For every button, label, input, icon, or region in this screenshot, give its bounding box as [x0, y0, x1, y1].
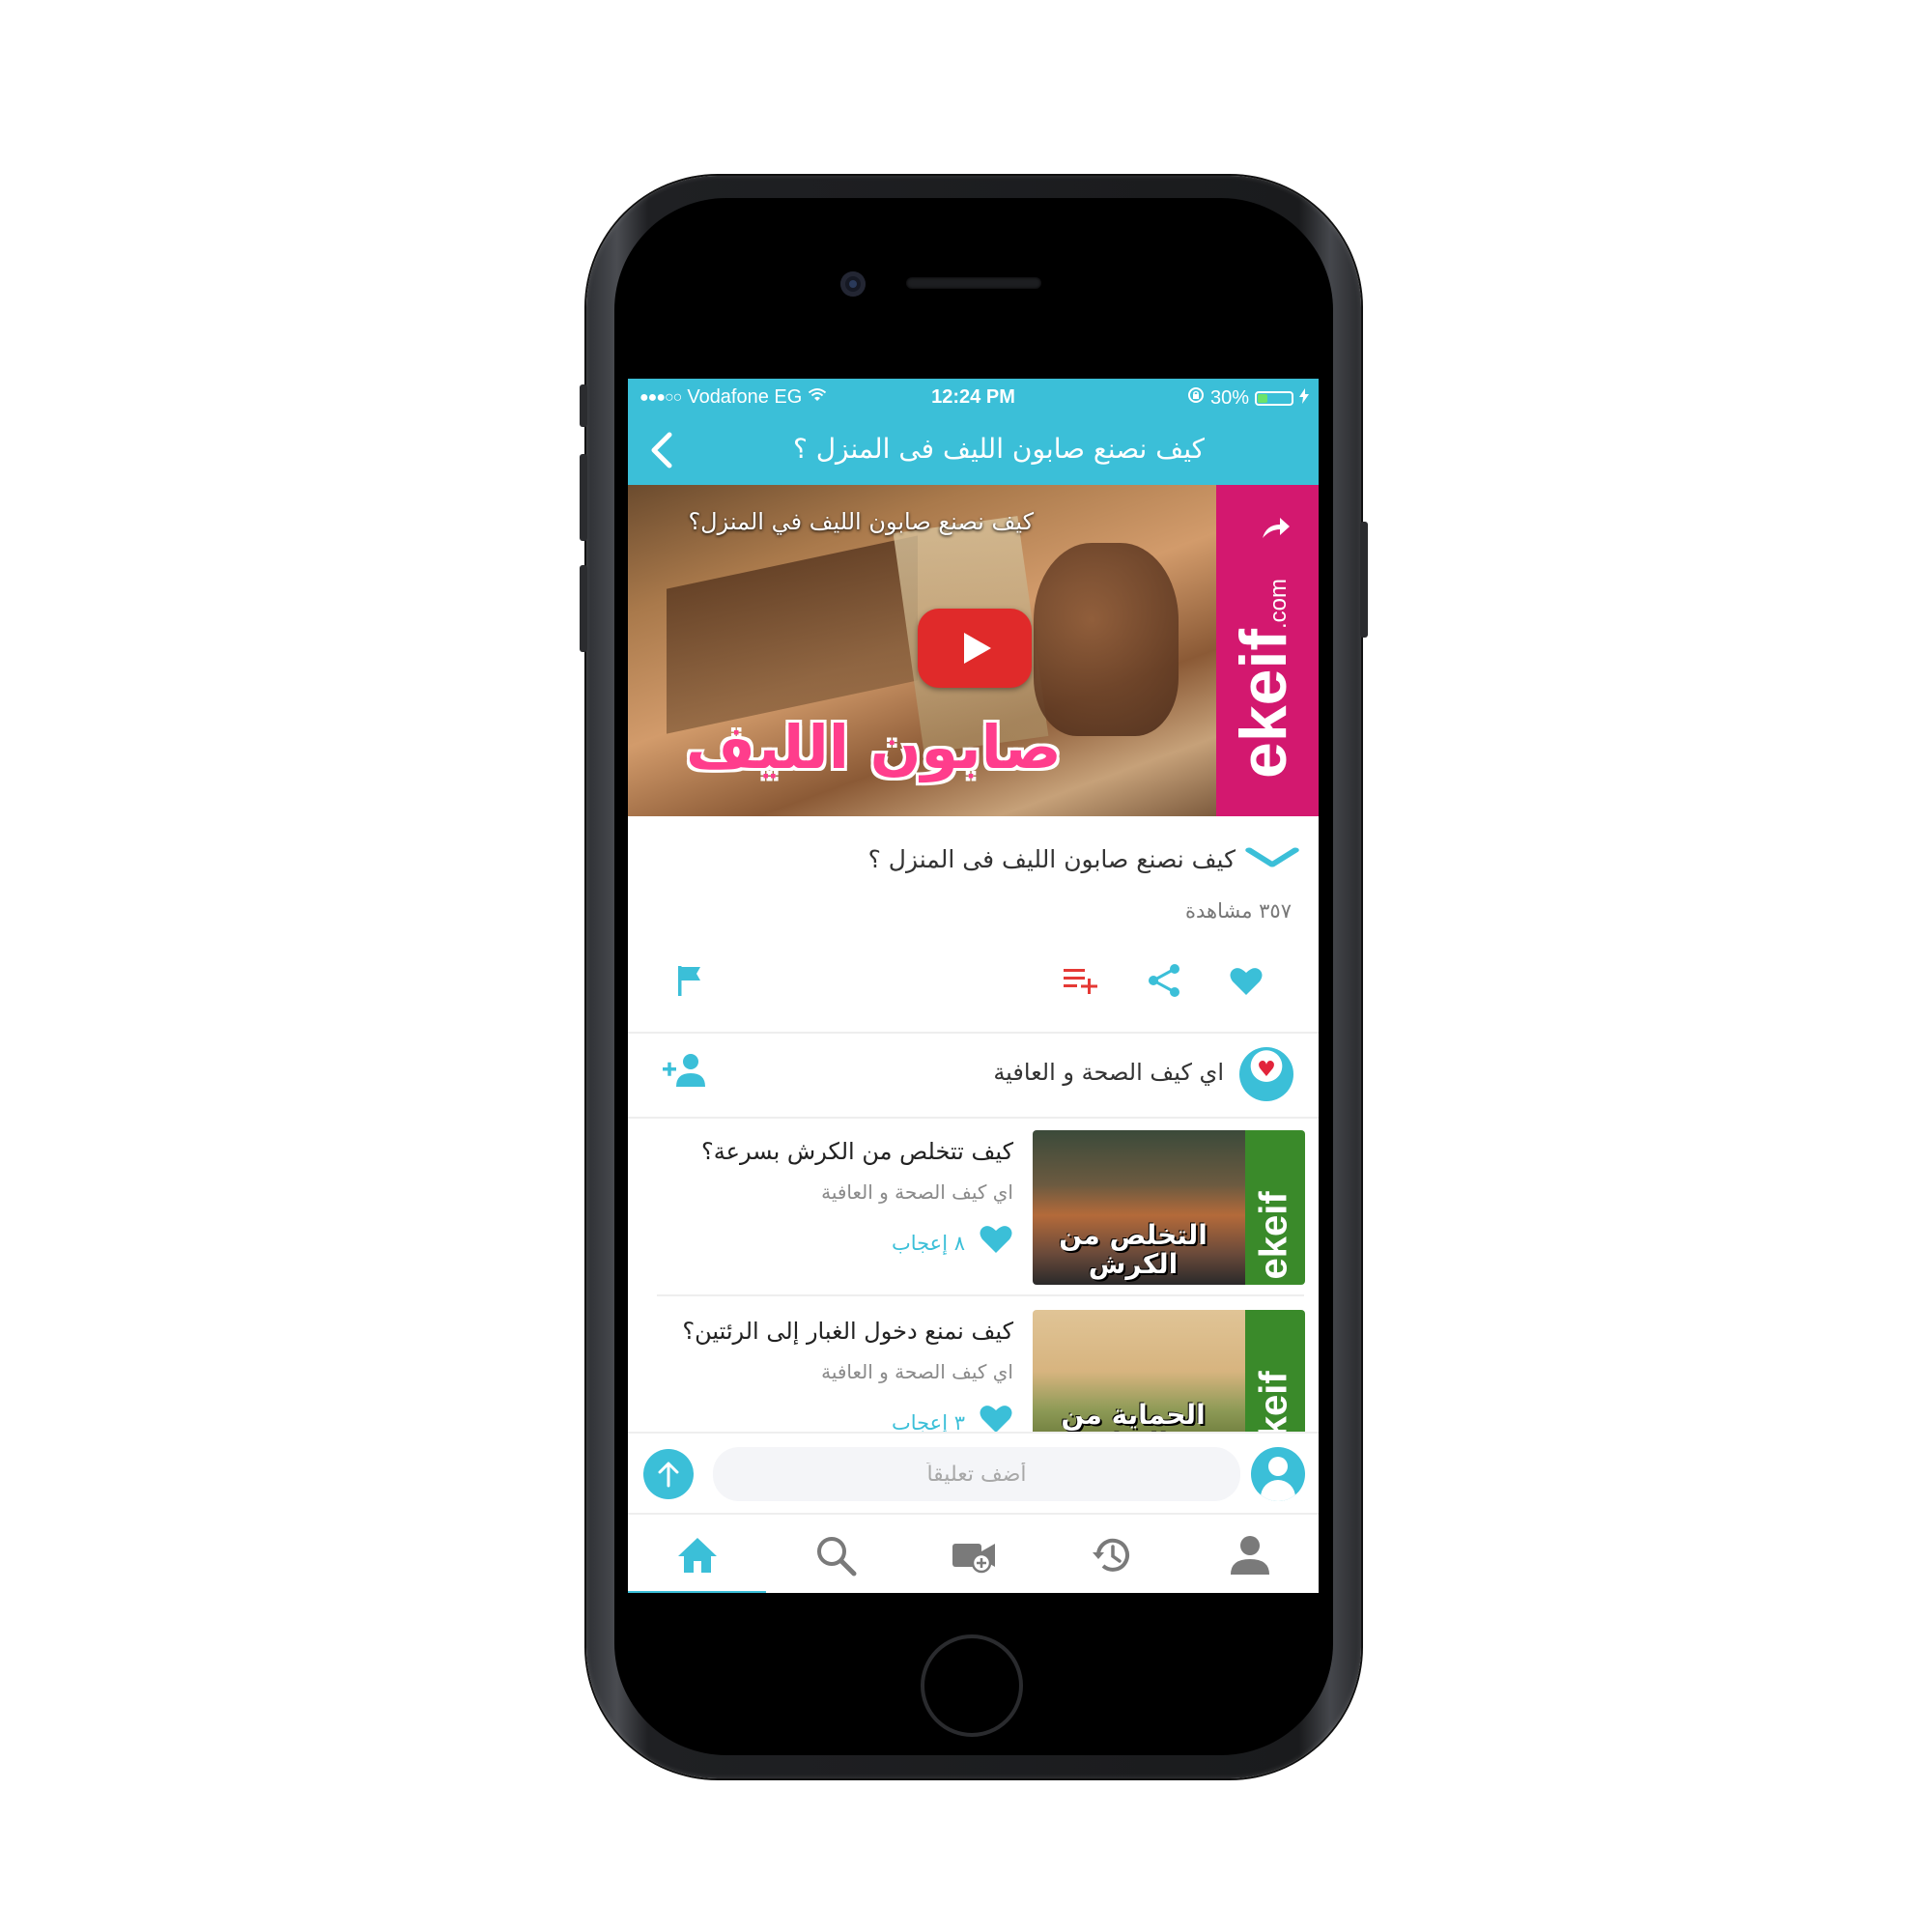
- tab-upload[interactable]: [904, 1515, 1042, 1593]
- brand-logo: ekeif: [1252, 1145, 1296, 1280]
- tab-history[interactable]: [1042, 1515, 1180, 1593]
- action-bar: [628, 949, 1319, 1018]
- video-add-icon: [952, 1543, 995, 1573]
- like-button[interactable]: [1222, 956, 1270, 1005]
- channel-avatar[interactable]: ♥: [1239, 1047, 1293, 1101]
- divider: [657, 1294, 1304, 1296]
- brand-name: ekeif: [1227, 629, 1300, 779]
- back-chevron-icon: [651, 432, 672, 469]
- avatar-body: [1261, 1480, 1295, 1501]
- battery-icon: [1255, 390, 1293, 406]
- brand-logo: ekeif.com: [1226, 537, 1301, 779]
- search-icon: [816, 1536, 856, 1576]
- earpiece-speaker: [906, 277, 1041, 289]
- brand-suffix: .com: [1265, 578, 1292, 629]
- back-button[interactable]: [641, 429, 680, 471]
- app-screen: ●●●○○ Vodafone EG 12:24 PM 30% كيف نصنع …: [628, 379, 1319, 1593]
- share-icon: [1149, 964, 1179, 997]
- profile-icon: [1230, 1535, 1269, 1575]
- view-count: ٣٥٧ مشاهدة: [1185, 899, 1292, 923]
- home-button[interactable]: [921, 1634, 1023, 1737]
- rotation-lock-icon: [1187, 386, 1205, 410]
- report-button[interactable]: [667, 956, 715, 1005]
- play-button[interactable]: [918, 609, 1032, 688]
- add-user-icon: [663, 1054, 705, 1087]
- like-count: ٨ إعجاب: [891, 1231, 965, 1255]
- brand-strip: ekeif.com: [1216, 485, 1319, 816]
- video-thumbnail-texture: [667, 535, 918, 734]
- flag-icon: [678, 966, 700, 996]
- channel-row[interactable]: ♥ اي كيف الصحة و العافية: [628, 1036, 1319, 1118]
- thumbnail-caption: التخلص من الكرش: [1059, 1219, 1208, 1280]
- tab-bar: [628, 1513, 1319, 1593]
- tab-home[interactable]: [628, 1515, 766, 1593]
- send-comment-button[interactable]: [643, 1449, 694, 1499]
- mute-switch: [580, 384, 587, 427]
- video-thumbnail-texture: [1034, 543, 1179, 736]
- channel-name[interactable]: اي كيف الصحة و العافية: [993, 1059, 1224, 1086]
- brand-name: ekeif: [1252, 1191, 1295, 1280]
- related-video-title: كيف تتخلص من الكرش بسرعة؟: [701, 1138, 1013, 1165]
- avatar-head: [1268, 1457, 1288, 1476]
- divider: [628, 1032, 1319, 1034]
- tab-profile[interactable]: [1180, 1515, 1319, 1593]
- playlist-add-icon: [1064, 969, 1097, 994]
- page-title: كيف نصنع صابون الليف فى المنزل ؟: [792, 433, 1205, 465]
- battery-percent: 30%: [1209, 386, 1249, 409]
- charging-icon: [1299, 387, 1309, 410]
- like-count: ٣ إعجاب: [891, 1410, 965, 1435]
- tab-search[interactable]: [766, 1515, 904, 1593]
- related-video-card[interactable]: ekeif التخلص من الكرش كيف تتخلص من الكرش…: [628, 1119, 1319, 1293]
- video-overlay-title: كيف نصنع صابون الليف في المنزل؟: [688, 508, 1034, 535]
- front-camera: [840, 271, 866, 297]
- related-video-likes: ٨ إعجاب: [892, 1223, 1013, 1263]
- video-title-row[interactable]: كيف نصنع صابون الليف فى المنزل ؟: [867, 839, 1299, 878]
- related-video-channel: اي كيف الصحة و العافية: [821, 1360, 1013, 1383]
- video-title: كيف نصنع صابون الليف فى المنزل ؟: [867, 844, 1236, 873]
- volume-down-button: [580, 565, 587, 652]
- related-video-thumbnail[interactable]: ekeif التخلص من الكرش: [1033, 1130, 1305, 1285]
- share-button[interactable]: [1140, 956, 1188, 1005]
- video-player[interactable]: كيف نصنع صابون الليف في المنزل؟ صابون ال…: [628, 485, 1319, 816]
- user-avatar[interactable]: [1251, 1447, 1305, 1501]
- send-icon: [658, 1462, 679, 1488]
- status-right: 30%: [1187, 386, 1309, 410]
- status-bar: ●●●○○ Vodafone EG 12:24 PM 30%: [628, 379, 1319, 415]
- heart-icon: [1230, 968, 1263, 995]
- add-to-playlist-button[interactable]: [1058, 956, 1106, 1005]
- video-thumbnail-caption: صابون الليف: [686, 712, 1062, 782]
- brand-strip: ekeif: [1245, 1130, 1305, 1285]
- heart-logo-icon: ♥: [1257, 1057, 1276, 1082]
- power-button: [1360, 522, 1368, 638]
- chevron-down-icon[interactable]: [1243, 839, 1301, 878]
- related-video-channel: اي كيف الصحة و العافية: [821, 1180, 1013, 1204]
- battery-level: [1258, 393, 1267, 403]
- comment-input[interactable]: [713, 1447, 1240, 1501]
- history-icon: [1092, 1538, 1129, 1572]
- navigation-bar: كيف نصنع صابون الليف فى المنزل ؟: [628, 415, 1319, 485]
- related-video-title: كيف نمنع دخول الغبار إلى الرئتين؟: [682, 1318, 1013, 1345]
- heart-icon: [979, 1223, 1013, 1263]
- comment-bar: [628, 1432, 1319, 1513]
- home-icon: [677, 1537, 717, 1573]
- volume-up-button: [580, 454, 587, 541]
- follow-button[interactable]: [663, 1053, 709, 1092]
